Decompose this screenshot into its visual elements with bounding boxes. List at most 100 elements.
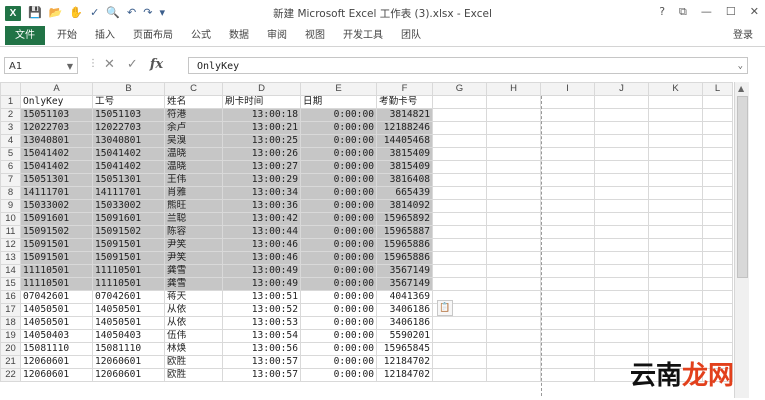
cell[interactable] bbox=[702, 342, 733, 356]
cell[interactable]: 15965892 bbox=[376, 212, 433, 226]
cell[interactable]: 14050501 bbox=[92, 316, 165, 330]
cell[interactable]: 12060601 bbox=[92, 355, 165, 369]
cell[interactable] bbox=[648, 108, 703, 122]
cell[interactable] bbox=[540, 368, 595, 382]
cell[interactable]: 0:00:00 bbox=[300, 329, 377, 343]
cell[interactable]: 13:00:34 bbox=[222, 186, 301, 200]
cell[interactable] bbox=[648, 173, 703, 187]
row-header[interactable]: 22 bbox=[0, 368, 21, 382]
vertical-scrollbar[interactable]: ▲ bbox=[734, 82, 749, 398]
cell[interactable]: 15041402 bbox=[92, 160, 165, 174]
cell[interactable] bbox=[648, 290, 703, 304]
cell[interactable] bbox=[486, 329, 541, 343]
worksheet-grid[interactable]: A B C D E F G H I J K L 1 OnlyKey 工号 姓名 刷卡时间… bbox=[0, 82, 733, 382]
row-header[interactable]: 20 bbox=[0, 342, 21, 356]
cell[interactable] bbox=[702, 212, 733, 226]
cell[interactable]: 14111701 bbox=[20, 186, 93, 200]
cell[interactable] bbox=[432, 316, 487, 330]
column-header[interactable]: A bbox=[20, 82, 93, 96]
cell[interactable]: 13:00:54 bbox=[222, 329, 301, 343]
cell[interactable]: 13:00:29 bbox=[222, 173, 301, 187]
cell[interactable]: 12060601 bbox=[92, 368, 165, 382]
cell[interactable] bbox=[540, 199, 595, 213]
cell[interactable]: 王伟 bbox=[164, 173, 223, 187]
cell[interactable] bbox=[432, 160, 487, 174]
cell[interactable] bbox=[486, 121, 541, 135]
cell[interactable] bbox=[702, 95, 733, 109]
cell[interactable] bbox=[702, 264, 733, 278]
row-header[interactable]: 2 bbox=[0, 108, 21, 122]
cell[interactable] bbox=[432, 212, 487, 226]
cell[interactable]: 15041402 bbox=[20, 160, 93, 174]
cell[interactable]: 5590201 bbox=[376, 329, 433, 343]
row-header[interactable]: 17 bbox=[0, 303, 21, 317]
cell[interactable]: 伍伟 bbox=[164, 329, 223, 343]
cell[interactable] bbox=[486, 290, 541, 304]
cell[interactable]: 0:00:00 bbox=[300, 264, 377, 278]
minimize-button[interactable]: — bbox=[701, 4, 712, 20]
cell[interactable] bbox=[486, 368, 541, 382]
cell[interactable] bbox=[486, 108, 541, 122]
cell[interactable] bbox=[594, 264, 649, 278]
column-header[interactable]: I bbox=[540, 82, 595, 96]
cell[interactable]: 15033002 bbox=[92, 199, 165, 213]
row-header[interactable]: 1 bbox=[0, 95, 21, 109]
cell[interactable]: 13:00:25 bbox=[222, 134, 301, 148]
cell[interactable]: 13:00:51 bbox=[222, 290, 301, 304]
cell[interactable] bbox=[540, 186, 595, 200]
cell[interactable] bbox=[432, 368, 487, 382]
help-button[interactable]: ? bbox=[659, 4, 665, 20]
cell[interactable]: 15091501 bbox=[92, 238, 165, 252]
cell[interactable]: 13:00:46 bbox=[222, 251, 301, 265]
row-header[interactable]: 11 bbox=[0, 225, 21, 239]
cell[interactable] bbox=[594, 147, 649, 161]
cell[interactable]: 欧胜 bbox=[164, 355, 223, 369]
tab-file[interactable]: 文件 bbox=[5, 26, 45, 45]
cell[interactable]: 0:00:00 bbox=[300, 316, 377, 330]
cell[interactable] bbox=[540, 277, 595, 291]
cell[interactable] bbox=[702, 303, 733, 317]
cell[interactable]: 13:00:21 bbox=[222, 121, 301, 135]
cell[interactable] bbox=[594, 238, 649, 252]
cell[interactable]: 3814092 bbox=[376, 199, 433, 213]
cell[interactable] bbox=[486, 134, 541, 148]
cell[interactable]: 0:00:00 bbox=[300, 225, 377, 239]
cell[interactable] bbox=[540, 160, 595, 174]
cell[interactable] bbox=[540, 342, 595, 356]
tab-team[interactable]: 团队 bbox=[401, 26, 421, 45]
select-all-corner[interactable] bbox=[0, 82, 21, 96]
cell[interactable] bbox=[648, 251, 703, 265]
maximize-button[interactable]: ☐ bbox=[726, 4, 736, 20]
cell[interactable] bbox=[648, 134, 703, 148]
cell[interactable]: 3814821 bbox=[376, 108, 433, 122]
cell[interactable]: 0:00:00 bbox=[300, 238, 377, 252]
cell[interactable] bbox=[594, 134, 649, 148]
cell[interactable]: 日期 bbox=[300, 95, 377, 109]
cell[interactable]: 0:00:00 bbox=[300, 173, 377, 187]
cell[interactable] bbox=[702, 316, 733, 330]
column-header[interactable]: B bbox=[92, 82, 165, 96]
cell[interactable] bbox=[432, 342, 487, 356]
cell[interactable]: 15091601 bbox=[92, 212, 165, 226]
cell[interactable]: 15041402 bbox=[92, 147, 165, 161]
cell[interactable] bbox=[648, 121, 703, 135]
row-header[interactable]: 18 bbox=[0, 316, 21, 330]
cell[interactable]: 龚雪 bbox=[164, 277, 223, 291]
cell[interactable] bbox=[486, 277, 541, 291]
cell[interactable] bbox=[594, 290, 649, 304]
cell[interactable]: 熊旺 bbox=[164, 199, 223, 213]
cell[interactable]: 刷卡时间 bbox=[222, 95, 301, 109]
cell[interactable] bbox=[540, 95, 595, 109]
cell[interactable] bbox=[432, 251, 487, 265]
cell[interactable]: 12188246 bbox=[376, 121, 433, 135]
cell[interactable] bbox=[702, 277, 733, 291]
cell[interactable]: 665439 bbox=[376, 186, 433, 200]
cell[interactable]: 从依 bbox=[164, 303, 223, 317]
cell[interactable] bbox=[540, 251, 595, 265]
cell[interactable]: 15091601 bbox=[20, 212, 93, 226]
cell[interactable]: 12022703 bbox=[20, 121, 93, 135]
row-header[interactable]: 3 bbox=[0, 121, 21, 135]
cell[interactable] bbox=[648, 264, 703, 278]
cell[interactable]: 0:00:00 bbox=[300, 108, 377, 122]
cell[interactable] bbox=[540, 108, 595, 122]
